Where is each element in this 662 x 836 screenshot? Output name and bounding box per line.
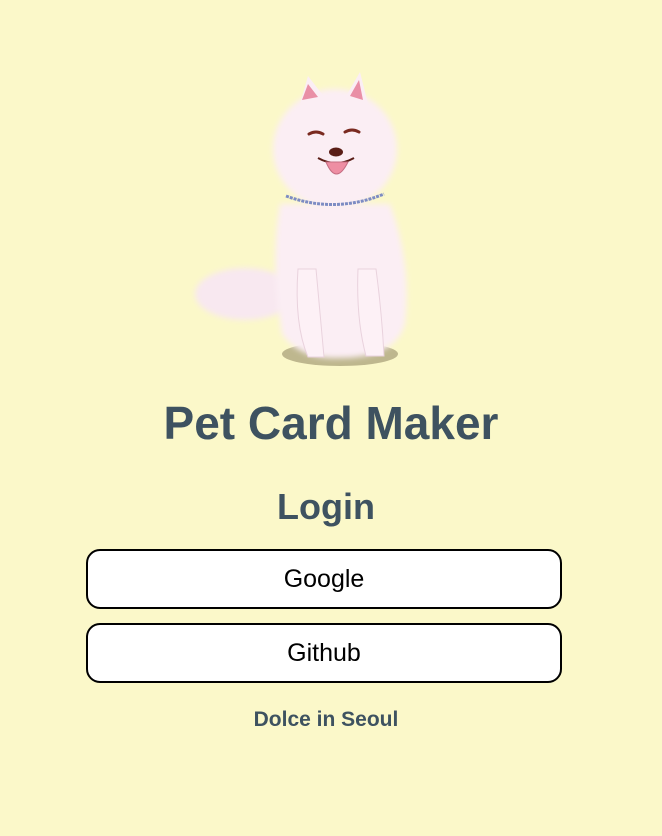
github-login-button[interactable]: Github bbox=[86, 623, 562, 683]
page-title: Pet Card Maker bbox=[163, 397, 499, 449]
footer-text: Dolce in Seoul bbox=[253, 708, 399, 731]
dog-illustration bbox=[195, 72, 407, 366]
login-heading: Login bbox=[277, 486, 375, 527]
login-page: Pet Card Maker Login Google Github Dolce… bbox=[0, 0, 662, 836]
google-login-button[interactable]: Google bbox=[86, 549, 562, 609]
